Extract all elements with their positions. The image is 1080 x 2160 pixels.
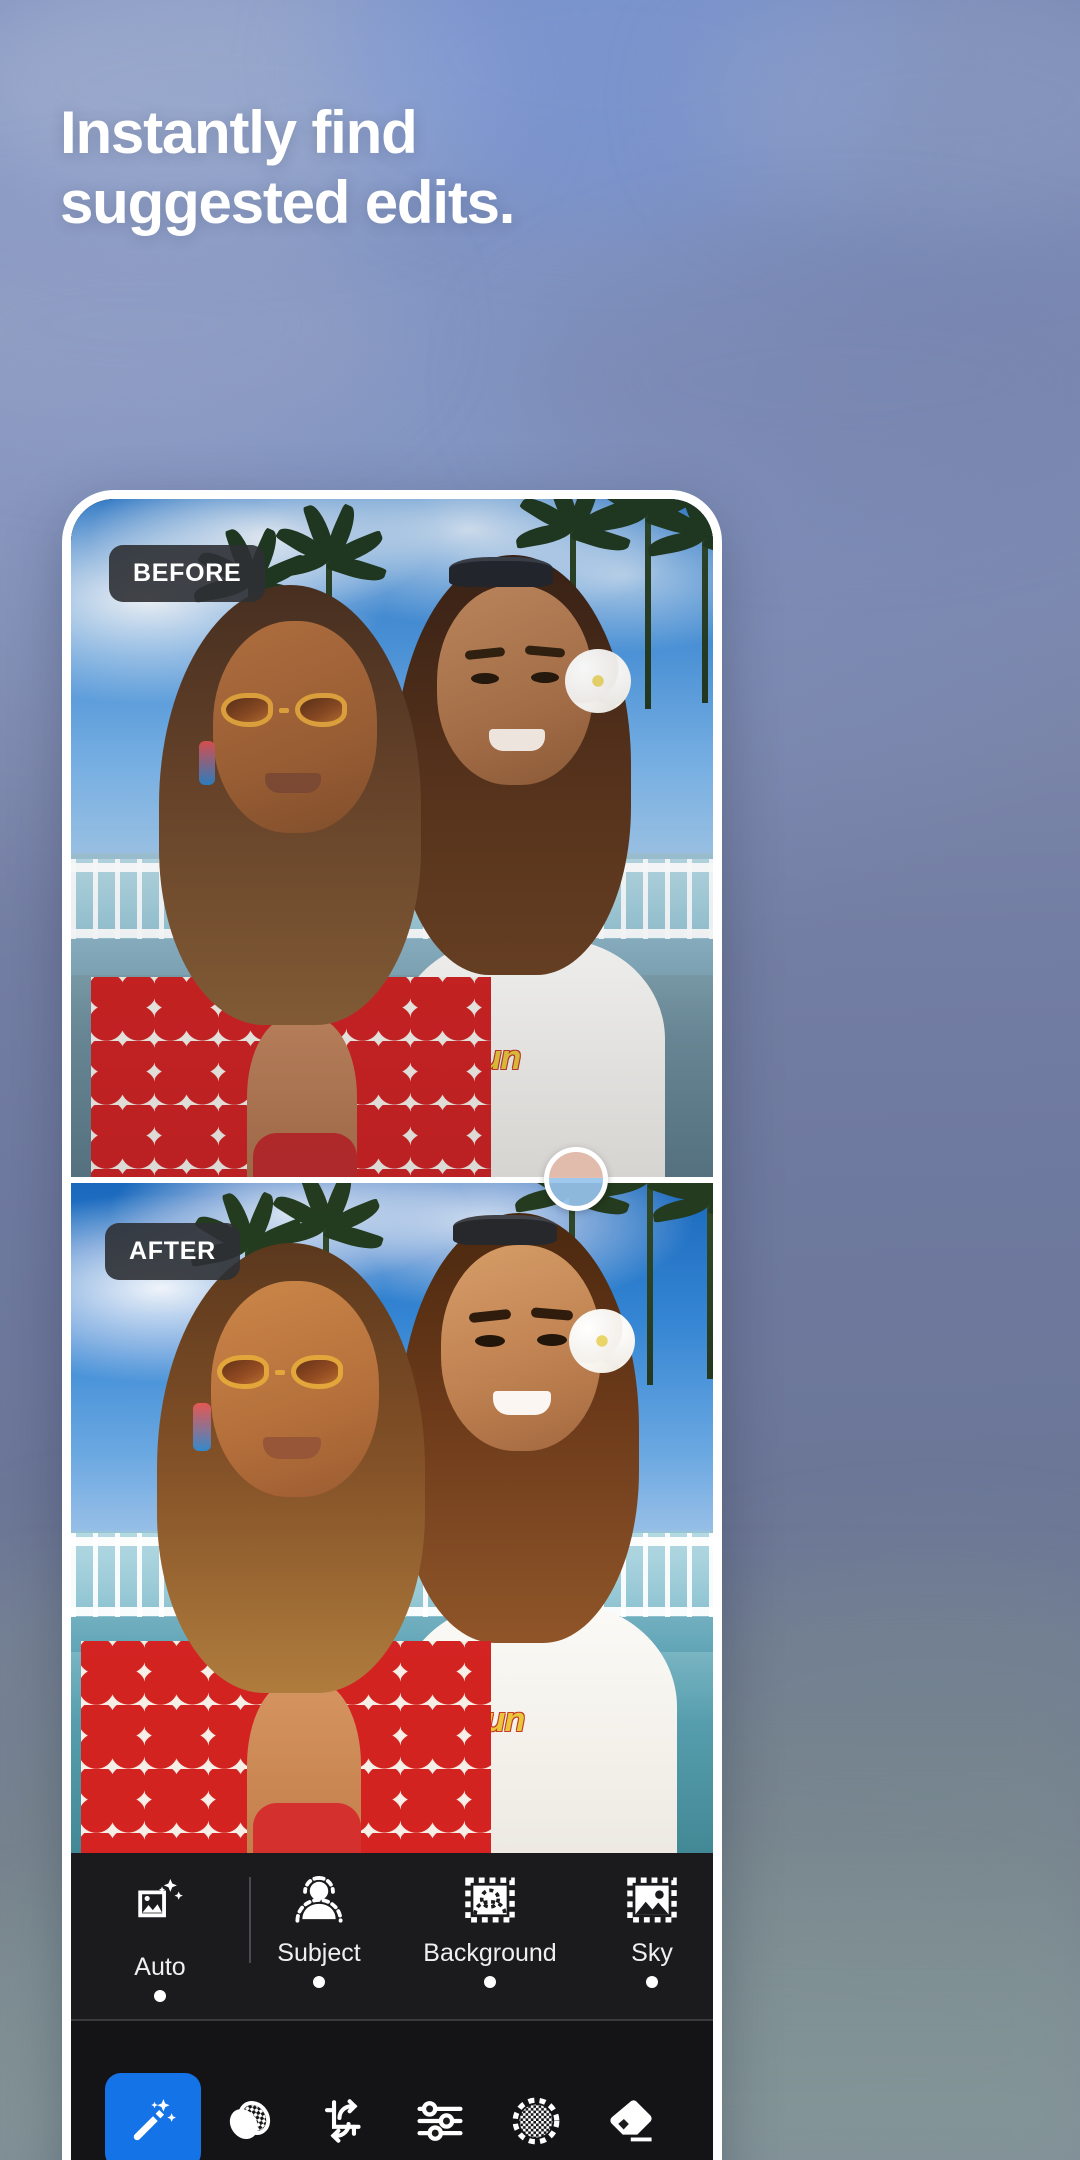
after-badge: AFTER: [105, 1223, 240, 1280]
auto-enhance-icon: [138, 1878, 183, 1918]
suggestion-dot: [484, 1976, 496, 1988]
headline-line-1: Instantly find: [60, 99, 418, 166]
adjust-sliders-icon: [417, 2101, 463, 2141]
compare-slider-handle[interactable]: [544, 1147, 608, 1211]
after-photo: Sun: [71, 1183, 713, 1853]
suggestion-label: Auto: [134, 1953, 186, 1981]
phone-screen: Sun: [71, 499, 713, 2160]
suggestion-dot: [154, 1990, 166, 2002]
before-badge: BEFORE: [109, 545, 266, 602]
texture-circle-icon: [512, 2097, 559, 2145]
crop-rotate-icon: [325, 2099, 361, 2143]
tool-magic-wand[interactable]: [105, 2069, 201, 2160]
tool-healing-blend[interactable]: [201, 2069, 297, 2160]
suggestion-subject[interactable]: Subject: [251, 1873, 387, 1988]
tool-eraser[interactable]: [583, 2069, 679, 2160]
tool-texture-circle[interactable]: [488, 2069, 584, 2160]
suggestion-dot: [646, 1976, 658, 1988]
tool-crop-rotate[interactable]: [297, 2069, 393, 2160]
after-color-grade: [71, 1183, 713, 1853]
suggestion-label: Sky: [631, 1939, 673, 1967]
healing-blend-icon: [229, 2101, 270, 2140]
tool-adjust-sliders[interactable]: [392, 2069, 488, 2160]
compare-divider: [71, 1177, 713, 1183]
page-title: Instantly find suggested edits.: [60, 98, 880, 238]
tool-navigation-bar: [71, 2021, 713, 2160]
select-background-icon: [465, 1877, 515, 1923]
headline-line-2: suggested edits.: [60, 169, 515, 237]
suggestion-background[interactable]: Background: [387, 1873, 593, 1988]
suggestion-auto[interactable]: Auto: [71, 1873, 249, 2002]
active-tool-highlight: [105, 2073, 201, 2160]
suggestion-toolbar: Auto Subject Background Sky: [71, 1853, 713, 2021]
suggestion-retouch[interactable]: Retouch: [711, 1873, 713, 1966]
magic-wand-icon: [133, 2099, 176, 2141]
select-sky-icon: [627, 1877, 677, 1923]
suggestion-label: Background: [423, 1939, 557, 1967]
suggestion-label: Subject: [277, 1939, 361, 1967]
suggestion-dot: [313, 1976, 325, 1988]
before-photo: Sun: [71, 499, 713, 1179]
toolbar-divider-line: [71, 2019, 713, 2021]
suggestion-sky[interactable]: Sky: [593, 1873, 711, 1988]
phone-mockup: Sun: [62, 490, 722, 2160]
eraser-icon: [610, 2100, 652, 2142]
select-subject-icon: [295, 1876, 343, 1923]
